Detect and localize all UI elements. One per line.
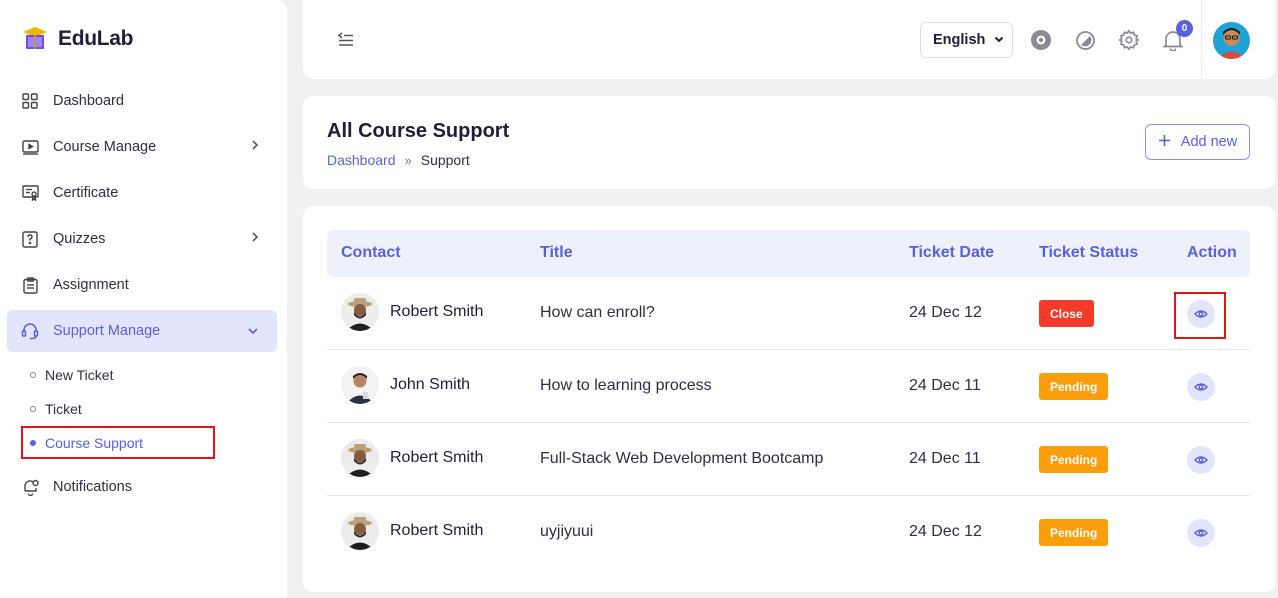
support-table-card: Contact Title Ticket Date Ticket Status … <box>303 206 1275 592</box>
ticket-date: 24 Dec 11 <box>909 450 981 467</box>
breadcrumb-current: Support <box>420 152 470 168</box>
logo[interactable]: EduLab <box>20 24 134 54</box>
ticket-title: uyjiyuui <box>540 523 594 540</box>
sidebar-item-notifications[interactable]: Notifications <box>7 466 277 508</box>
table-row: Robert Smith Full-Stack Web Development … <box>327 423 1250 496</box>
status-badge: Close <box>1039 300 1094 327</box>
plus-icon <box>1158 131 1171 151</box>
sidebar-item-assignment[interactable]: Assignment <box>7 264 277 306</box>
column-header-ticket-date[interactable]: Ticket Date <box>909 244 994 262</box>
sidebar-item-dashboard[interactable]: Dashboard <box>7 80 277 122</box>
eye-icon[interactable] <box>1029 28 1053 52</box>
bullet-dot-icon <box>30 406 36 412</box>
chevron-right-icon <box>251 231 259 246</box>
sidebar-item-label: Assignment <box>53 277 129 293</box>
divider <box>1201 0 1202 79</box>
contact-cell: John Smith <box>341 366 470 404</box>
sidebar-item-quizzes[interactable]: Quizzes <box>7 218 277 260</box>
status-badge: Pending <box>1039 373 1109 400</box>
ticket-date: 24 Dec 12 <box>909 304 982 321</box>
add-new-button-label: Add new <box>1180 134 1238 150</box>
eye-icon <box>1194 383 1208 391</box>
quiz-icon <box>21 230 39 248</box>
gear-icon[interactable] <box>1117 28 1141 52</box>
video-play-icon <box>21 138 39 156</box>
ticket-date: 24 Dec 12 <box>909 523 982 540</box>
add-new-button[interactable]: Add new <box>1145 124 1250 160</box>
app-name: EduLab <box>58 27 134 50</box>
bullet-dot-icon <box>30 372 36 378</box>
contact-cell: Robert Smith <box>341 439 483 477</box>
notification-count-badge: 0 <box>1176 20 1193 37</box>
contact-name: Robert Smith <box>390 449 484 466</box>
sidebar-item-label: Quizzes <box>53 231 106 247</box>
column-header-title[interactable]: Title <box>540 244 573 262</box>
chevron-down-icon <box>247 323 259 338</box>
breadcrumb-separator: » <box>404 152 412 168</box>
table-row: John Smith How to learning process 24 De… <box>327 350 1250 423</box>
status-badge: Pending <box>1039 446 1109 473</box>
chevron-right-icon <box>251 139 259 154</box>
sidebar: EduLab Dashboard Course Manage Certifica… <box>0 0 287 598</box>
contact-avatar <box>341 439 379 477</box>
sidebar-item-label: Support Manage <box>53 323 161 339</box>
table-row: Robert Smith uyjiyuui 24 Dec 12 Pending <box>327 496 1250 569</box>
theme-toggle-icon[interactable] <box>1073 28 1097 52</box>
chevron-down-icon <box>994 34 1004 46</box>
contact-name: John Smith <box>390 376 471 393</box>
contact-name: Robert Smith <box>390 303 484 320</box>
sidebar-subitem-label: Ticket <box>45 401 82 417</box>
sidebar-item-label: Notifications <box>53 479 132 495</box>
bell-icon <box>21 478 39 496</box>
page-title: All Course Support <box>327 120 510 142</box>
graduation-cap-logo-icon <box>23 27 47 49</box>
highlight-box <box>21 426 215 459</box>
contact-cell: Robert Smith <box>341 512 483 550</box>
view-button[interactable] <box>1187 373 1215 401</box>
ticket-title: How to learning process <box>540 377 712 394</box>
table-row: Robert Smith How can enroll? 24 Dec 12 C… <box>327 277 1250 350</box>
contact-avatar <box>341 512 379 550</box>
highlight-box <box>1174 292 1226 339</box>
column-header-ticket-status[interactable]: Ticket Status <box>1039 244 1138 262</box>
status-badge: Pending <box>1039 519 1109 546</box>
column-header-action: Action <box>1187 244 1237 261</box>
eye-icon <box>1194 456 1208 464</box>
sidebar-item-certificate[interactable]: Certificate <box>7 172 277 214</box>
sidebar-subitem-new-ticket[interactable]: New Ticket <box>30 367 113 383</box>
column-header-contact[interactable]: Contact <box>341 244 401 262</box>
language-select-value: English <box>933 32 986 48</box>
sidebar-item-course-manage[interactable]: Course Manage <box>7 126 277 168</box>
clipboard-icon <box>21 276 39 294</box>
contact-cell: Robert Smith <box>341 293 483 331</box>
contact-avatar <box>341 293 379 331</box>
contact-avatar <box>341 366 379 404</box>
topbar: English 0 <box>303 0 1275 79</box>
sidebar-item-label: Dashboard <box>53 93 124 109</box>
breadcrumb: Dashboard » Support <box>327 152 470 168</box>
eye-icon <box>1194 529 1208 537</box>
collapse-sidebar-icon[interactable] <box>337 30 355 53</box>
sidebar-subitem-label: New Ticket <box>45 367 114 383</box>
dashboard-grid-icon <box>21 92 39 110</box>
view-button[interactable] <box>1187 519 1215 547</box>
headset-icon <box>21 322 39 340</box>
breadcrumb-link-dashboard[interactable]: Dashboard <box>327 152 396 168</box>
ticket-title: Full-Stack Web Development Bootcamp <box>540 450 824 467</box>
sidebar-subitem-ticket[interactable]: Ticket <box>30 401 82 417</box>
language-select[interactable]: English <box>920 22 1013 58</box>
certificate-icon <box>21 184 39 202</box>
sidebar-item-support-manage[interactable]: Support Manage <box>7 310 277 352</box>
sidebar-item-label: Certificate <box>53 185 119 201</box>
table-header: Contact Title Ticket Date Ticket Status … <box>327 230 1250 277</box>
page-header: All Course Support Dashboard » Support A… <box>303 96 1275 189</box>
sidebar-item-label: Course Manage <box>53 139 157 155</box>
view-button[interactable] <box>1187 446 1215 474</box>
ticket-title: How can enroll? <box>540 304 655 321</box>
contact-name: Robert Smith <box>390 522 484 539</box>
user-avatar[interactable] <box>1213 22 1250 59</box>
ticket-date: 24 Dec 11 <box>909 377 981 394</box>
